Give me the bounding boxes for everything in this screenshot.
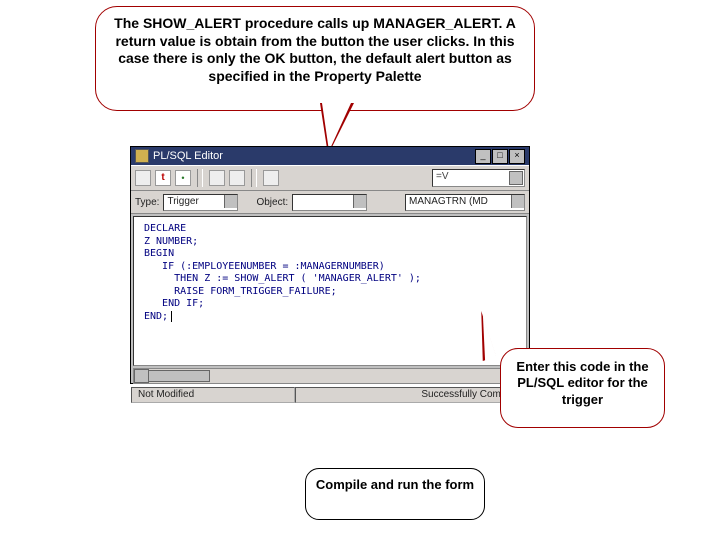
callout-top-text: The SHOW_ALERT procedure calls up MANAGE… bbox=[114, 15, 516, 84]
app-icon bbox=[135, 149, 149, 163]
object-name-combo[interactable]: MANAGTRN (MD bbox=[405, 194, 525, 211]
outdent-icon[interactable] bbox=[209, 170, 225, 186]
scroll-left-arrow-icon[interactable] bbox=[134, 369, 149, 383]
callout-bottom: Compile and run the form bbox=[305, 468, 485, 520]
code-editor[interactable]: DECLARE Z NUMBER; BEGIN IF (:EMPLOYEENUM… bbox=[133, 216, 527, 366]
toolbar-separator bbox=[197, 169, 203, 187]
toolbar-icon[interactable] bbox=[135, 170, 151, 186]
status-modified: Not Modified bbox=[131, 387, 295, 403]
text-cursor bbox=[171, 311, 172, 322]
scroll-thumb[interactable] bbox=[148, 370, 210, 382]
plsql-editor-window: PL/SQL Editor _ □ × t • =V Type: Trigger… bbox=[130, 146, 530, 384]
code-text[interactable]: DECLARE Z NUMBER; BEGIN IF (:EMPLOYEENUM… bbox=[144, 223, 522, 323]
minimize-button[interactable]: _ bbox=[475, 149, 491, 164]
callout-bottom-text: Compile and run the form bbox=[316, 477, 474, 492]
toolbar-combo[interactable]: =V bbox=[432, 169, 525, 187]
slide-stage: The SHOW_ALERT procedure calls up MANAGE… bbox=[0, 0, 720, 540]
toolbar-icon[interactable]: t bbox=[155, 170, 171, 186]
toolbar-icon[interactable]: • bbox=[175, 170, 191, 186]
toolbar: t • =V bbox=[131, 165, 529, 191]
toolbar-separator bbox=[251, 169, 257, 187]
type-combo[interactable]: Trigger bbox=[163, 194, 238, 211]
callout-top-tail-fill bbox=[322, 103, 351, 151]
object-label: Object: bbox=[256, 197, 288, 208]
object-combo[interactable] bbox=[292, 194, 367, 211]
callout-right: Enter this code in the PL/SQL editor for… bbox=[500, 348, 665, 428]
callout-right-text: Enter this code in the PL/SQL editor for… bbox=[516, 359, 648, 407]
toolbar-icon[interactable] bbox=[263, 170, 279, 186]
context-row: Type: Trigger Object: MANAGTRN (MD bbox=[131, 191, 529, 214]
status-bar: Not Modified Successfully Compiled bbox=[131, 386, 529, 403]
callout-top: The SHOW_ALERT procedure calls up MANAGE… bbox=[95, 6, 535, 111]
type-label: Type: bbox=[135, 197, 159, 208]
status-compiled: Successfully Compiled bbox=[295, 387, 529, 403]
horizontal-scrollbar[interactable] bbox=[133, 368, 527, 384]
maximize-button[interactable]: □ bbox=[492, 149, 508, 164]
titlebar[interactable]: PL/SQL Editor _ □ × bbox=[131, 147, 529, 165]
close-button[interactable]: × bbox=[509, 149, 525, 164]
indent-icon[interactable] bbox=[229, 170, 245, 186]
window-title: PL/SQL Editor bbox=[153, 150, 223, 162]
